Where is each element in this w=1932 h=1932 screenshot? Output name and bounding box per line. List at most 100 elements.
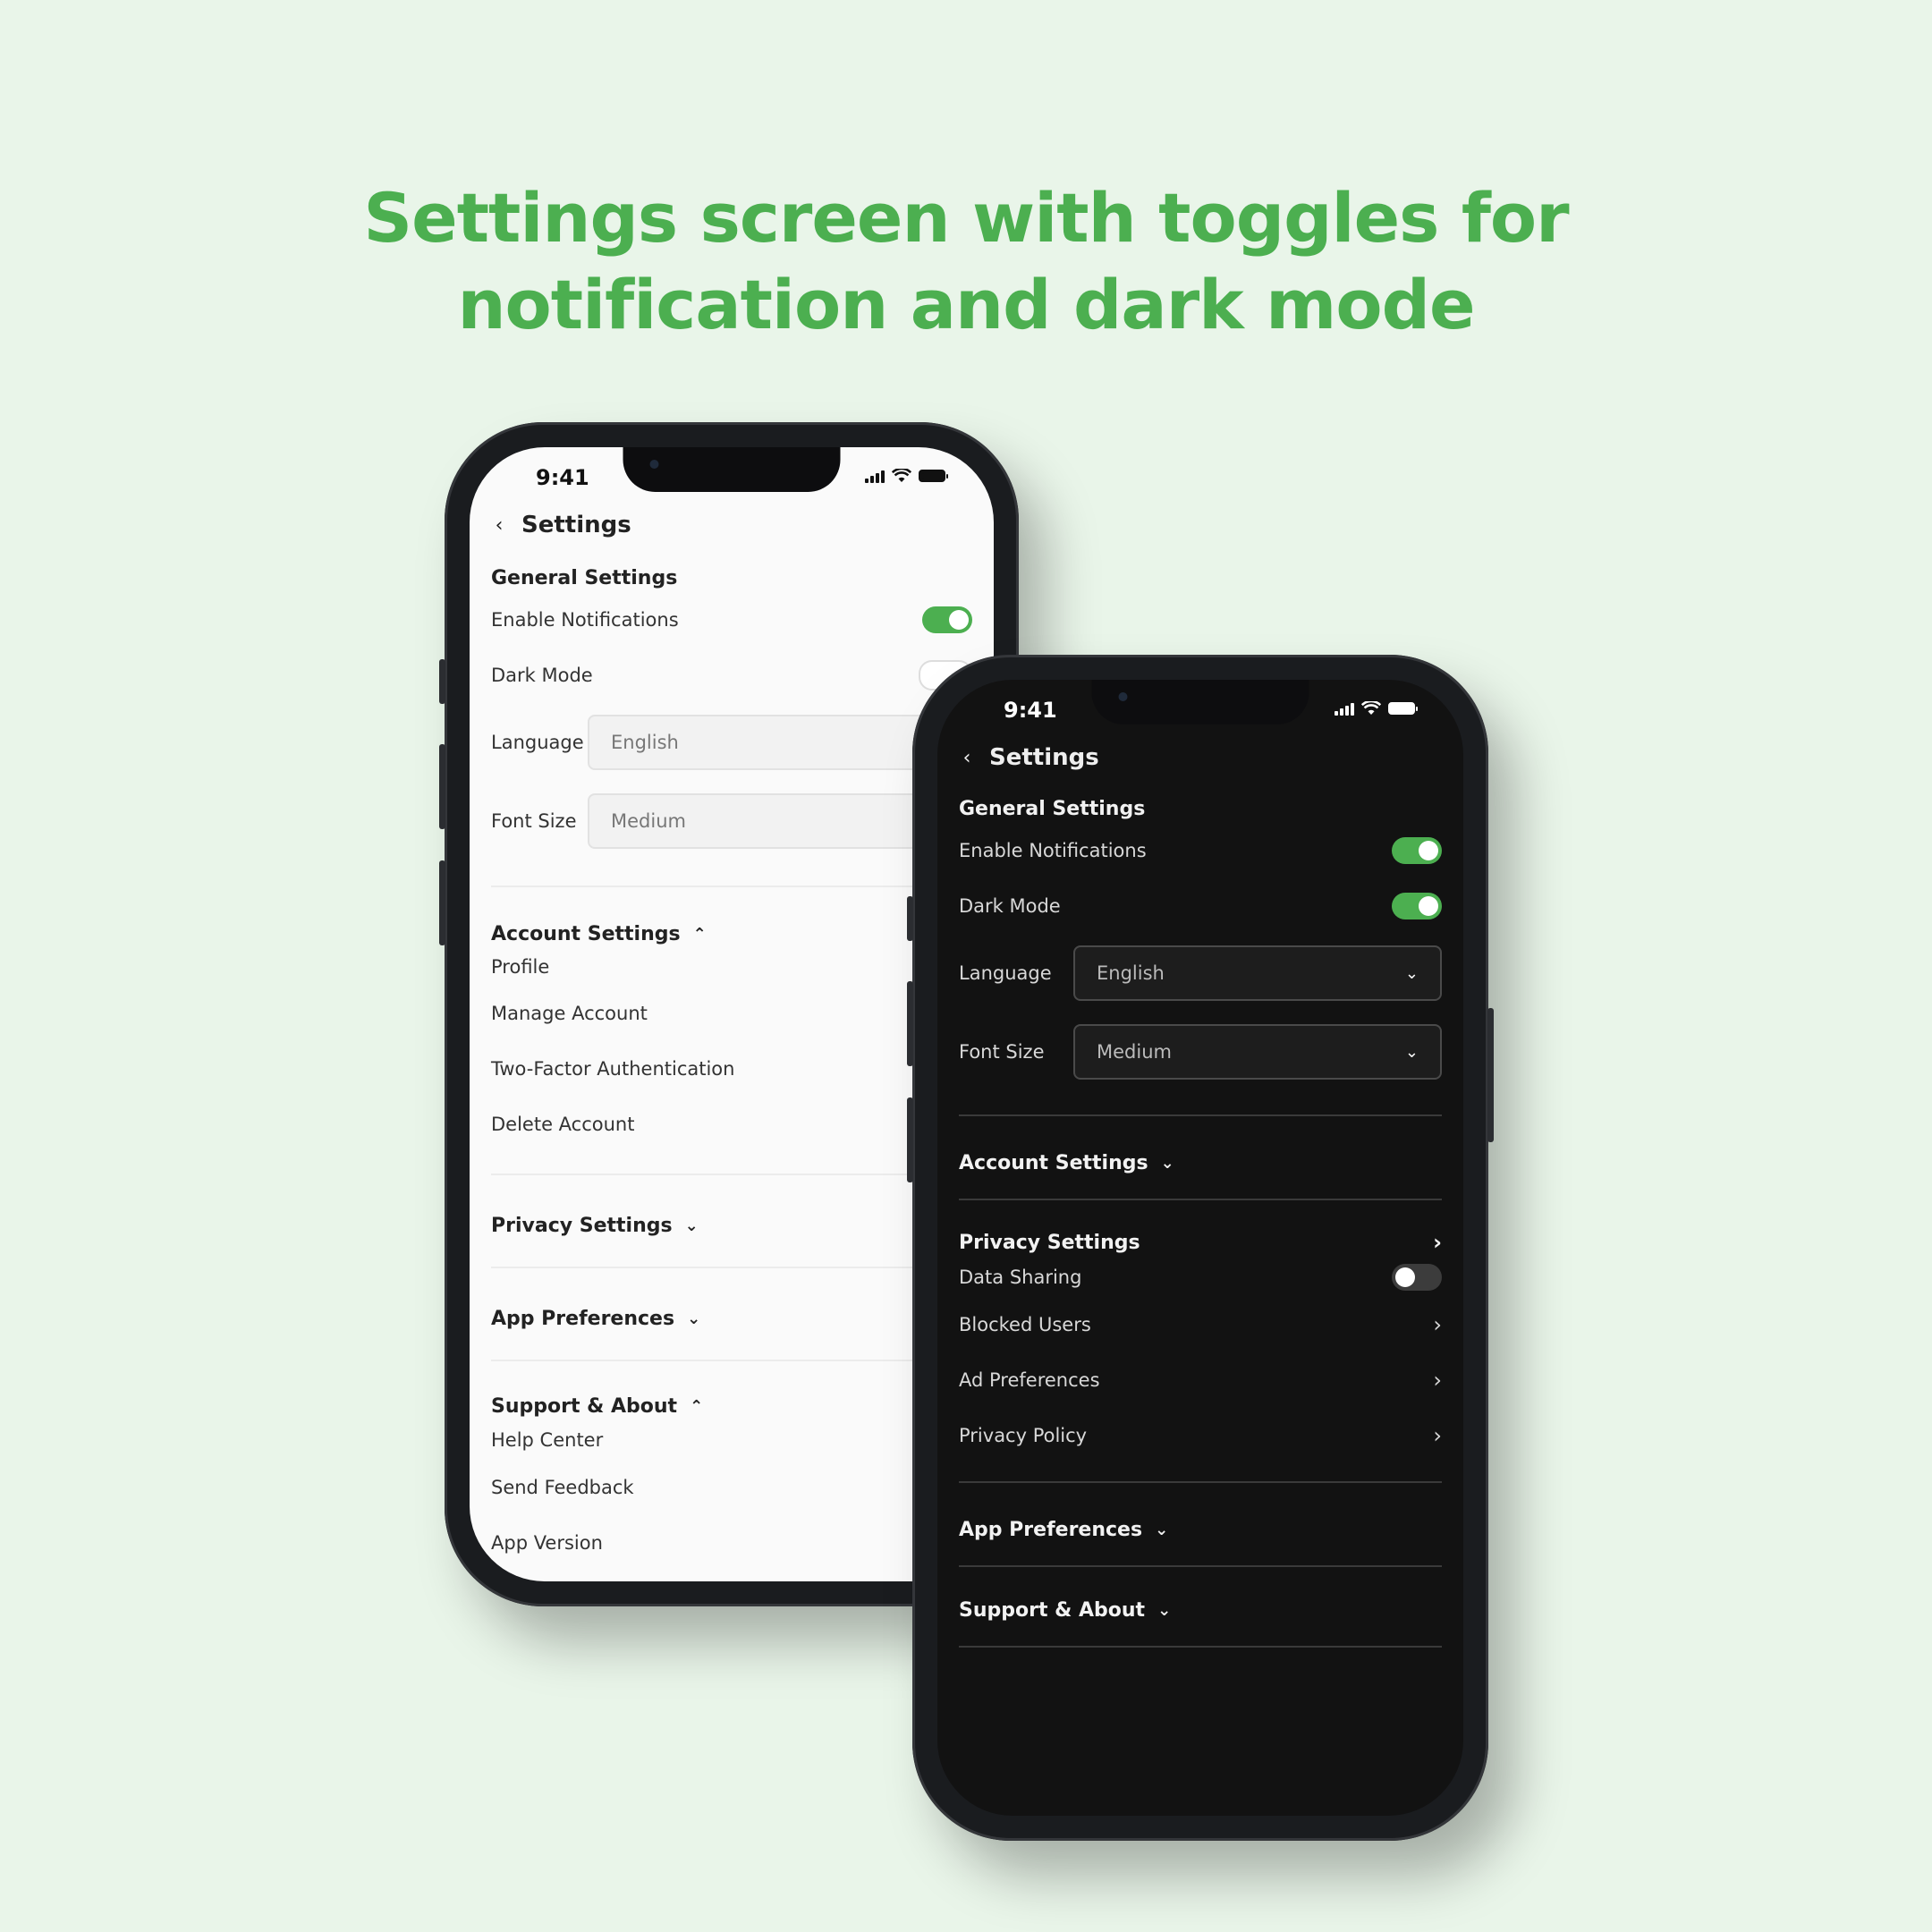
chevron-down-icon: ⌄ xyxy=(687,1309,701,1328)
chevron-left-icon[interactable]: ‹ xyxy=(491,514,507,537)
send-feedback-label: Send Feedback xyxy=(491,1477,634,1498)
cellular-signal-icon xyxy=(1335,702,1354,716)
divider xyxy=(959,1646,1442,1648)
chevron-right-icon: › xyxy=(1433,1423,1442,1448)
list-item[interactable]: Two-Factor Authentication xyxy=(491,1041,972,1097)
account-settings-header[interactable]: Account Settings ⌄ xyxy=(959,1148,1442,1177)
notifications-toggle[interactable] xyxy=(922,606,972,633)
settings-content: General Settings Enable Notifications Da… xyxy=(959,794,1442,1648)
list-item[interactable]: Profile xyxy=(491,948,972,986)
headline-line-2: notification and dark mode xyxy=(457,265,1475,344)
app-preferences-heading: App Preferences xyxy=(959,1518,1143,1541)
divider xyxy=(491,1360,972,1361)
divider xyxy=(959,1481,1442,1483)
dark-mode-label: Dark Mode xyxy=(491,665,593,686)
dark-mode-row[interactable]: Dark Mode xyxy=(959,878,1442,934)
camera-icon xyxy=(1118,692,1128,701)
support-about-heading: Support & About xyxy=(959,1598,1146,1622)
page-title: Settings xyxy=(521,512,631,538)
list-item[interactable]: Blocked Users › xyxy=(959,1297,1442,1352)
font-size-value: Medium xyxy=(611,810,686,832)
blocked-users-label: Blocked Users xyxy=(959,1314,1091,1335)
chevron-up-icon: ⌃ xyxy=(690,1396,704,1416)
chevron-down-icon: ⌄ xyxy=(1155,1520,1169,1539)
help-center-label: Help Center xyxy=(491,1429,604,1451)
chevron-down-icon: ⌄ xyxy=(1404,1042,1419,1062)
chevron-right-icon: › xyxy=(1433,1368,1442,1393)
app-preferences-heading: App Preferences xyxy=(491,1307,675,1330)
top-bar: ‹ Settings xyxy=(959,744,1099,771)
list-item[interactable]: Help Center xyxy=(491,1420,972,1460)
privacy-settings-heading: Privacy Settings xyxy=(491,1214,673,1237)
status-time: 9:41 xyxy=(536,465,589,490)
support-about-header[interactable]: Support & About ⌄ xyxy=(959,1596,1442,1624)
dark-mode-toggle[interactable] xyxy=(1392,893,1442,919)
notifications-toggle[interactable] xyxy=(1392,837,1442,864)
notifications-row[interactable]: Enable Notifications xyxy=(959,823,1442,878)
manage-account-label: Manage Account xyxy=(491,1003,648,1024)
chevron-down-icon: ⌄ xyxy=(1404,963,1419,983)
divider xyxy=(491,1267,972,1268)
notifications-row[interactable]: Enable Notifications xyxy=(491,592,972,648)
privacy-policy-label: Privacy Policy xyxy=(959,1425,1088,1446)
font-size-value: Medium xyxy=(1097,1041,1172,1063)
delete-account-label: Delete Account xyxy=(491,1114,635,1135)
headline: Settings screen with toggles for notific… xyxy=(0,174,1932,348)
profile-label: Profile xyxy=(491,956,550,978)
battery-icon xyxy=(1388,702,1418,715)
status-time: 9:41 xyxy=(1004,698,1057,723)
app-preferences-header[interactable]: App Preferences ⌄ xyxy=(959,1515,1442,1544)
language-select[interactable]: English ⌄ xyxy=(1073,945,1442,1001)
notch xyxy=(623,447,841,492)
ad-preferences-label: Ad Preferences xyxy=(959,1369,1100,1391)
dark-screen: 9:41 ‹ Settings General Settings Enable … xyxy=(937,680,1463,1816)
settings-content: General Settings Enable Notifications Da… xyxy=(491,564,972,1571)
chevron-down-icon: ⌄ xyxy=(684,1216,699,1235)
language-label: Language xyxy=(959,962,1052,984)
headline-line-1: Settings screen with toggles for xyxy=(363,178,1569,258)
data-sharing-row[interactable]: Data Sharing xyxy=(959,1258,1442,1297)
divider xyxy=(959,1199,1442,1200)
app-version-label: App Version xyxy=(491,1532,603,1554)
two-factor-label: Two-Factor Authentication xyxy=(491,1058,735,1080)
list-item[interactable]: Send Feedback xyxy=(491,1460,972,1515)
list-item[interactable]: App Version xyxy=(491,1515,972,1571)
list-item[interactable]: Privacy Policy › xyxy=(959,1408,1442,1463)
language-label: Language xyxy=(491,732,584,753)
list-item[interactable]: Delete Account xyxy=(491,1097,972,1152)
camera-icon xyxy=(649,460,659,469)
font-size-select[interactable]: Medium ⌄ xyxy=(1073,1024,1442,1080)
language-row: Language English ⌄ xyxy=(491,703,972,782)
cellular-signal-icon xyxy=(865,470,885,483)
divider xyxy=(491,886,972,887)
account-settings-header[interactable]: Account Settings ⌃ xyxy=(491,919,972,948)
app-preferences-header[interactable]: App Preferences ⌄ xyxy=(491,1304,972,1333)
general-settings-heading: General Settings xyxy=(959,797,1146,820)
language-row: Language English ⌄ xyxy=(959,934,1442,1013)
language-value: English xyxy=(611,732,679,753)
data-sharing-toggle[interactable] xyxy=(1392,1264,1442,1291)
list-item[interactable]: Manage Account xyxy=(491,986,972,1041)
chevron-up-icon: ⌃ xyxy=(692,924,707,944)
dark-phone: 9:41 ‹ Settings General Settings Enable … xyxy=(907,655,1494,1841)
data-sharing-label: Data Sharing xyxy=(959,1267,1082,1288)
chevron-left-icon[interactable]: ‹ xyxy=(959,747,975,769)
chevron-down-icon: ⌄ xyxy=(1157,1600,1172,1620)
divider xyxy=(491,1174,972,1175)
font-size-row: Font Size Medium ⌄ xyxy=(491,782,972,860)
account-settings-heading: Account Settings xyxy=(491,922,681,945)
privacy-settings-header[interactable]: Privacy Settings › xyxy=(959,1227,1442,1258)
support-about-header[interactable]: Support & About ⌃ xyxy=(491,1392,972,1420)
dark-mode-row[interactable]: Dark Mode xyxy=(491,648,972,703)
dark-mode-label: Dark Mode xyxy=(959,895,1061,917)
list-item[interactable]: Ad Preferences › xyxy=(959,1352,1442,1408)
privacy-settings-header[interactable]: Privacy Settings ⌄ xyxy=(491,1211,972,1240)
battery-icon xyxy=(919,470,948,482)
support-about-heading: Support & About xyxy=(491,1394,678,1418)
wifi-icon xyxy=(1361,701,1381,715)
font-size-label: Font Size xyxy=(959,1041,1045,1063)
chevron-right-icon: › xyxy=(1433,1230,1442,1255)
privacy-settings-heading: Privacy Settings xyxy=(959,1231,1140,1254)
font-size-label: Font Size xyxy=(491,810,577,832)
general-settings-heading: General Settings xyxy=(491,566,678,589)
